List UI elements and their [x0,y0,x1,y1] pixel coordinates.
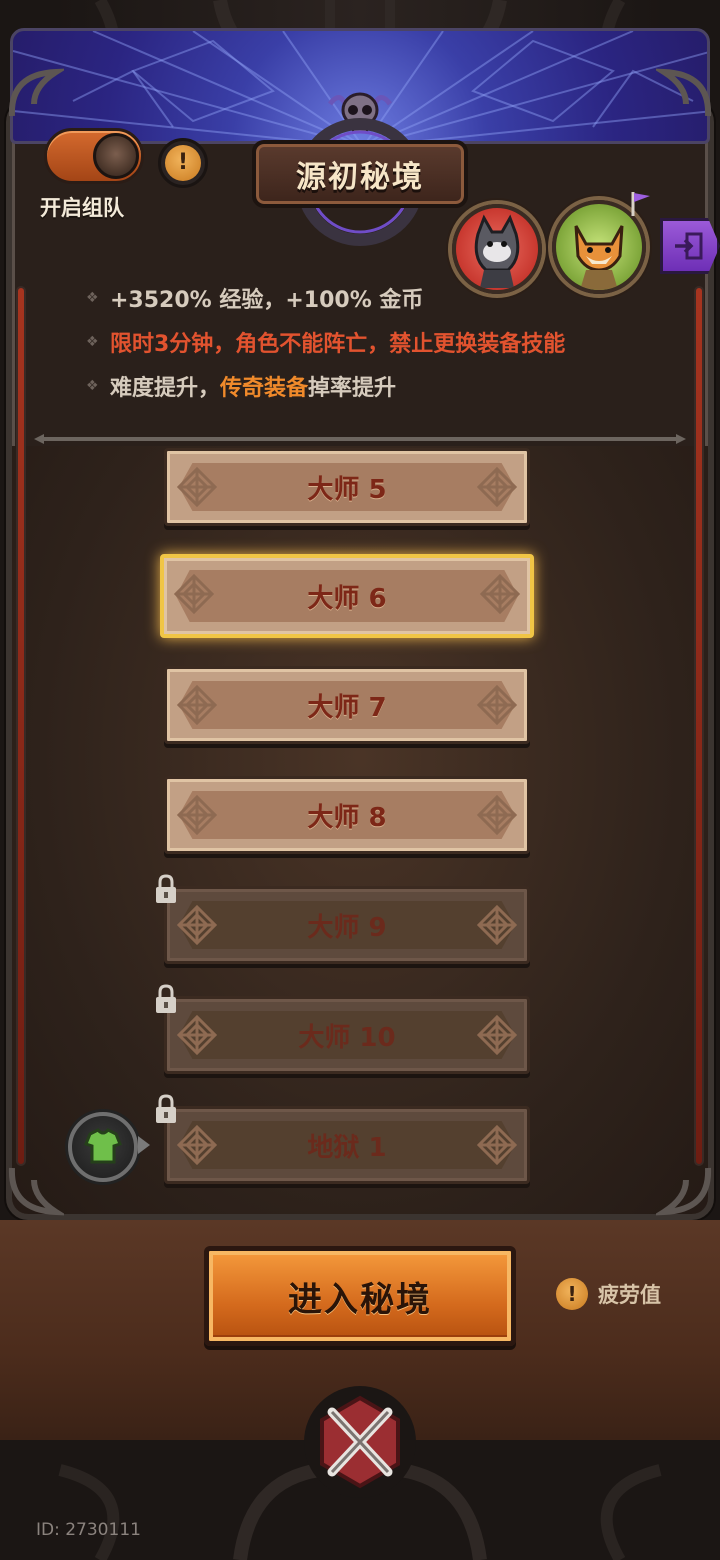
knot-ornament-icon [175,1123,219,1167]
level-button[interactable]: 大师 8 [164,776,530,854]
level-label: 大师 8 [307,802,387,833]
bullet-icon: ❖ [86,378,99,394]
rule-text: +3520% 经验，+100% 金币 [110,288,424,313]
rule-restrictions: ❖ 限时3分钟，角色不能阵亡，禁止更换装备技能 [86,320,666,364]
bullet-icon: ❖ [86,334,99,350]
knot-ornament-icon [175,465,219,509]
flag-icon [631,192,650,216]
corner-ornament [656,68,712,117]
rule-drop-rate: ❖ 难度提升， 传奇装备 掉率提升 [86,364,666,408]
title-plate: 源初秘境 [252,140,468,208]
user-id: ID: 2730111 [36,1520,141,1540]
knot-ornament-icon [475,683,519,727]
level-label: 大师 7 [307,692,387,723]
lock-icon [156,984,176,1013]
armor-reward-button[interactable] [68,1112,138,1182]
knot-ornament-icon [172,572,216,616]
crossed-swords-icon[interactable] [302,1384,418,1500]
knot-ornament-icon [475,1013,519,1057]
fatigue-indicator[interactable]: ! 疲劳值 [556,1276,661,1312]
level-button[interactable]: 地狱 1 [164,1106,530,1184]
exit-button[interactable] [660,218,720,274]
knot-ornament-icon [175,683,219,727]
level-label: 大师 6 [307,583,387,614]
knot-ornament-icon [175,903,219,947]
legendary-gear-text: 传奇装备 [220,376,309,401]
level-button[interactable]: 大师 10 [164,996,530,1074]
pointer-arrow-icon [138,1136,150,1154]
info-icon: ! [165,145,201,181]
rule-text: 限时3分钟，角色不能阵亡，禁止更换装备技能 [110,332,566,357]
page-title: 源初秘境 [296,160,424,195]
level-button[interactable]: 大师 6 [160,554,534,638]
rule-text-suffix: 掉率提升 [308,376,397,401]
level-button[interactable]: 大师 9 [164,886,530,964]
toggle-knob [93,133,139,179]
fatigue-label: 疲劳值 [598,1283,661,1307]
knot-ornament-icon [475,1123,519,1167]
team-toggle-label: 开启组队 [40,196,124,220]
lock-icon [156,874,176,903]
knot-ornament-icon [175,1013,219,1057]
bullet-icon: ❖ [86,290,99,306]
lock-icon [156,1094,176,1123]
armor-reward-icon [84,1128,122,1164]
exit-icon [675,232,703,260]
level-label: 大师 5 [307,474,387,505]
rule-bonus: ❖ +3520% 经验，+100% 金币 [86,276,666,320]
knot-ornament-icon [478,572,522,616]
level-button[interactable]: 大师 5 [164,448,530,526]
rule-text-prefix: 难度提升， [110,376,221,401]
left-rail [16,286,26,1166]
info-button[interactable]: ! [158,138,208,188]
level-label: 地狱 1 [307,1132,387,1163]
level-label: 大师 10 [298,1022,396,1053]
corner-ornament [8,68,64,117]
corner-ornament [656,1167,712,1216]
dungeon-rules: ❖ +3520% 经验，+100% 金币 ❖ 限时3分钟，角色不能阵亡，禁止更换… [86,276,666,408]
enter-dungeon-label: 进入秘境 [288,1280,432,1319]
right-rail [694,286,704,1166]
level-label: 大师 9 [307,912,387,943]
knot-ornament-icon [475,793,519,837]
knot-ornament-icon [475,903,519,947]
enter-dungeon-button[interactable]: 进入秘境 [204,1246,516,1346]
level-button[interactable]: 大师 7 [164,666,530,744]
knot-ornament-icon [175,793,219,837]
info-icon: ! [556,1278,588,1310]
divider [34,434,686,444]
corner-ornament [8,1167,64,1216]
team-toggle[interactable] [44,128,144,184]
knot-ornament-icon [475,465,519,509]
